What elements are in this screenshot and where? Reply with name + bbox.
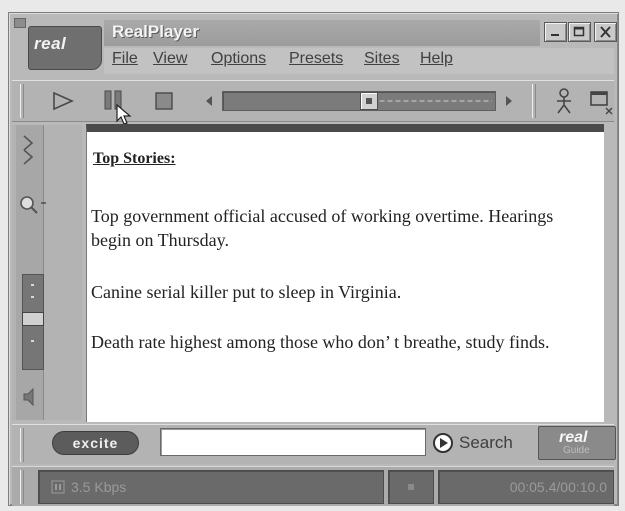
pause-status-icon — [51, 480, 65, 494]
menu-options[interactable]: Options — [211, 50, 266, 68]
close-icon — [600, 26, 611, 38]
window-resize-icon — [590, 91, 613, 115]
story-item: Top government official accused of worki… — [91, 206, 554, 250]
bitrate-panel: 3.5 Kbps — [38, 470, 384, 504]
bitrate-text: 3.5 Kbps — [71, 479, 127, 495]
maximize-icon — [573, 26, 585, 37]
seek-back-arrow[interactable] — [202, 93, 216, 109]
menu-file[interactable]: File — [112, 50, 138, 68]
volume-tick — [31, 340, 34, 342]
search-input[interactable] — [160, 428, 426, 456]
search-bar-grip[interactable] — [20, 428, 24, 462]
minimize-icon — [551, 34, 559, 36]
minimize-button[interactable] — [544, 22, 567, 42]
realguide-subtitle: Guide — [563, 445, 590, 456]
volume-slider-thumb[interactable] — [22, 312, 44, 326]
time-panel: 00:05.4/00:10.0 — [438, 470, 614, 504]
search-button-label: Search — [459, 433, 513, 452]
stop-icon — [155, 92, 173, 110]
person-button[interactable] — [550, 86, 578, 116]
search-button[interactable]: Search — [432, 428, 524, 458]
right-arrow-icon — [506, 96, 512, 106]
status-bar-grip[interactable] — [20, 470, 24, 504]
excite-logo[interactable]: excite — [52, 431, 139, 455]
close-button[interactable] — [594, 22, 617, 42]
time-text: 00:05.4/00:10.0 — [509, 479, 607, 495]
expand-button[interactable] — [16, 130, 44, 170]
left-arrow-icon — [206, 96, 212, 106]
real-logo-text: real — [34, 34, 67, 53]
toolbar-grip[interactable] — [20, 84, 24, 118]
double-chevron-right-icon — [23, 135, 34, 165]
story-item: Death rate highest among those who don’ … — [91, 332, 550, 352]
menu-presets[interactable]: Presets — [289, 50, 343, 68]
system-menu-icon[interactable] — [14, 18, 26, 28]
seek-bar-dots — [378, 100, 492, 102]
volume-tick — [31, 284, 34, 286]
mouse-cursor — [116, 103, 134, 126]
window-title: RealPlayer — [112, 22, 199, 41]
stop-button[interactable] — [152, 90, 176, 112]
top-stories-heading: Top Stories: — [93, 150, 176, 167]
person-icon — [557, 88, 571, 114]
speaker-icon — [23, 387, 34, 407]
seek-bar-thumb[interactable] — [360, 92, 378, 110]
menu-help[interactable]: Help — [420, 50, 453, 68]
volume-tick — [31, 296, 34, 298]
signal-indicator-icon — [408, 484, 414, 490]
compact-mode-button[interactable] — [588, 88, 616, 116]
menu-sites[interactable]: Sites — [364, 50, 400, 68]
content-pane — [86, 124, 604, 422]
magnifier-icon — [20, 196, 46, 214]
zoom-button[interactable] — [16, 192, 50, 220]
realguide-button[interactable]: real Guide — [538, 426, 616, 460]
seek-forward-arrow[interactable] — [502, 93, 516, 109]
menu-view[interactable]: View — [153, 50, 187, 68]
signal-panel — [388, 470, 434, 504]
mute-button[interactable] — [18, 384, 44, 410]
play-icon — [53, 91, 74, 111]
maximize-button[interactable] — [568, 22, 591, 42]
play-button[interactable] — [50, 90, 76, 112]
play-circle-icon — [433, 433, 453, 453]
story-item: Canine serial killer put to sleep in Vir… — [91, 282, 402, 302]
toolbar-separator — [532, 84, 536, 118]
